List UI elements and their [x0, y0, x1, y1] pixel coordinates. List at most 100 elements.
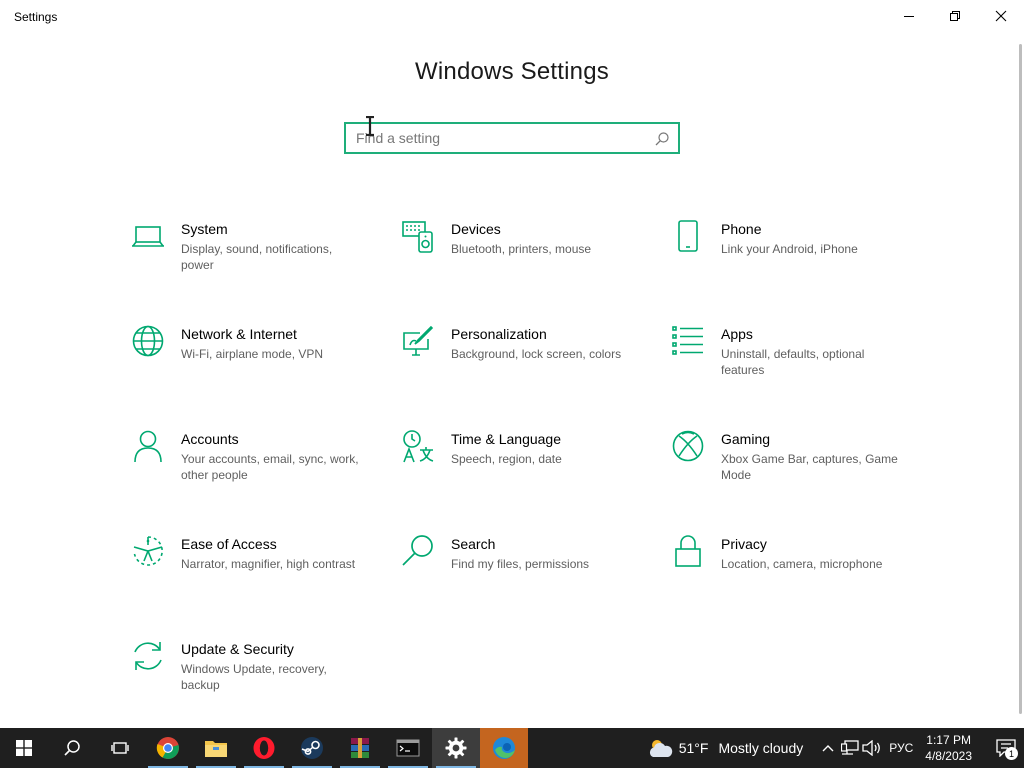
input-language[interactable]: РУС — [889, 741, 913, 755]
category-name: System — [181, 221, 228, 237]
action-center-button[interactable]: 1 — [988, 728, 1024, 768]
category-privacy[interactable]: Privacy Location, camera, microphone — [660, 525, 930, 617]
devices-icon — [400, 218, 436, 254]
start-icon — [16, 740, 32, 756]
search-icon — [400, 533, 436, 569]
taskbar: 51°F Mostly cloudy РУС 1:17 PM 4/8/2023 … — [0, 728, 1024, 768]
clock[interactable]: 1:17 PM 4/8/2023 — [925, 732, 972, 764]
taskbar-chrome[interactable] — [144, 728, 192, 768]
weather-condition: Mostly cloudy — [718, 740, 804, 756]
settings-grid: System Display, sound, notifications, po… — [120, 210, 930, 735]
category-system[interactable]: System Display, sound, notifications, po… — [120, 210, 390, 302]
category-description: Link your Android, iPhone — [721, 242, 858, 256]
category-description: Find my files, permissions — [451, 557, 590, 571]
category-ease-of-access[interactable]: Ease of Access Narrator, magnifier, high… — [120, 525, 390, 617]
chrome-icon — [156, 737, 179, 759]
category-phone[interactable]: Phone Link your Android, iPhone — [660, 210, 930, 302]
network-icon — [841, 740, 859, 755]
category-name: Gaming — [721, 431, 771, 447]
taskbar-settings[interactable] — [432, 728, 480, 768]
minimize-icon — [904, 16, 914, 17]
xbox-icon — [670, 428, 706, 464]
category-accounts[interactable]: Accounts Your accounts, email, sync, wor… — [120, 420, 390, 512]
show-hidden-icons-button[interactable] — [817, 728, 839, 768]
file-explorer-icon — [205, 741, 227, 757]
category-name: Network & Internet — [181, 326, 297, 342]
window-title: Settings — [14, 10, 58, 24]
weather-widget[interactable]: 51°F Mostly cloudy — [647, 737, 804, 759]
taskbar-edge[interactable] — [480, 728, 528, 768]
category-description: Background, lock screen, colors — [451, 347, 622, 361]
category-description: Wi-Fi, airplane mode, VPN — [181, 347, 324, 361]
category-description: Location, camera, microphone — [721, 557, 883, 571]
category-gaming[interactable]: Gaming Xbox Game Bar, captures, Game Mod… — [660, 420, 930, 512]
phone-icon — [670, 218, 706, 254]
close-icon — [995, 10, 1007, 22]
restore-icon — [950, 11, 960, 21]
task-view-button[interactable] — [96, 728, 144, 768]
category-time-language[interactable]: Time & Language Speech, region, date — [390, 420, 660, 512]
chevron-up-icon — [822, 745, 834, 752]
edge-icon — [493, 737, 515, 759]
text-cursor-icon — [366, 116, 374, 136]
restore-button[interactable] — [932, 0, 978, 32]
minimize-button[interactable] — [886, 0, 932, 32]
category-name: Time & Language — [451, 431, 561, 447]
search-icon — [64, 740, 80, 756]
lock-icon — [670, 533, 706, 569]
category-description: Windows Update, recovery, backup — [181, 662, 327, 692]
taskbar-terminal[interactable] — [384, 728, 432, 768]
category-name: Search — [451, 536, 496, 552]
taskbar-search-button[interactable] — [48, 728, 96, 768]
category-description: Uninstall, defaults, optional features — [721, 347, 865, 377]
category-description: Display, sound, notifications, power — [181, 242, 333, 272]
globe-icon — [130, 323, 166, 359]
paint-icon — [400, 323, 436, 359]
category-devices[interactable]: Devices Bluetooth, printers, mouse — [390, 210, 660, 302]
cloud-sun-icon — [649, 740, 672, 757]
scrollbar[interactable] — [1019, 44, 1022, 714]
laptop-icon — [130, 218, 166, 254]
category-description: Xbox Game Bar, captures, Game Mode — [721, 452, 898, 482]
volume-button[interactable] — [861, 728, 883, 768]
ease-of-access-icon — [130, 533, 166, 569]
category-name: Accounts — [181, 431, 239, 447]
opera-icon — [253, 737, 275, 759]
category-personalization[interactable]: Personalization Background, lock screen,… — [390, 315, 660, 407]
category-description: Bluetooth, printers, mouse — [451, 242, 592, 256]
taskbar-winrar[interactable] — [336, 728, 384, 768]
category-name: Personalization — [451, 326, 547, 342]
taskbar-steam[interactable] — [288, 728, 336, 768]
category-name: Devices — [451, 221, 501, 237]
speaker-icon — [862, 740, 881, 756]
steam-icon — [301, 737, 323, 759]
category-search[interactable]: Search Find my files, permissions — [390, 525, 660, 617]
category-apps[interactable]: Apps Uninstall, defaults, optional featu… — [660, 315, 930, 407]
winrar-icon — [351, 738, 369, 758]
terminal-icon — [396, 739, 420, 757]
clock-time: 1:17 PM — [926, 733, 971, 747]
search-box[interactable] — [344, 122, 680, 154]
category-name: Phone — [721, 221, 762, 237]
notification-badge: 1 — [1005, 747, 1018, 760]
task-view-icon — [111, 742, 129, 754]
category-network-internet[interactable]: Network & Internet Wi-Fi, airplane mode,… — [120, 315, 390, 407]
category-description: Speech, region, date — [451, 452, 562, 466]
category-update-security[interactable]: Update & Security Windows Update, recove… — [120, 630, 390, 722]
network-button[interactable] — [839, 728, 861, 768]
apps-list-icon — [670, 323, 706, 359]
category-name: Privacy — [721, 536, 767, 552]
taskbar-opera[interactable] — [240, 728, 288, 768]
clock-date: 4/8/2023 — [925, 749, 972, 763]
title-bar: Settings — [0, 0, 1024, 32]
category-description: Narrator, magnifier, high contrast — [181, 557, 356, 571]
settings-gear-icon — [445, 737, 467, 759]
page-title: Windows Settings — [415, 58, 609, 85]
close-button[interactable] — [978, 0, 1024, 32]
update-icon — [130, 638, 166, 674]
search-input[interactable] — [346, 124, 646, 152]
start-button[interactable] — [0, 728, 48, 768]
taskbar-file-explorer[interactable] — [192, 728, 240, 768]
time-language-icon — [400, 428, 436, 464]
search-icon[interactable] — [654, 131, 670, 147]
